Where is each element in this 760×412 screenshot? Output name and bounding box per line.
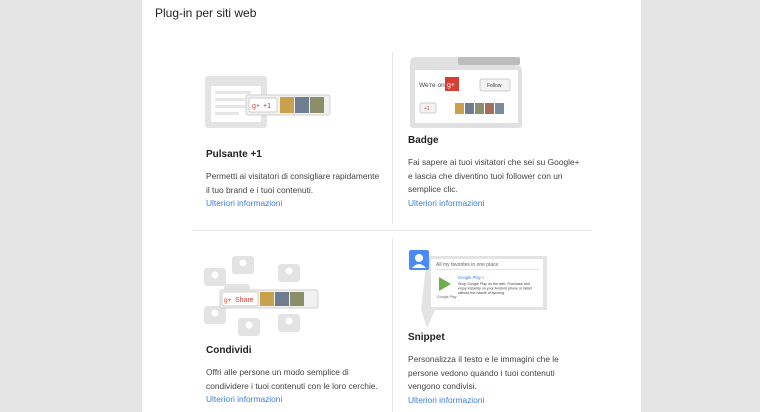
svg-text:Shop Google Play on the web. P: Shop Google Play on the web. Purchase an…	[458, 282, 530, 286]
svg-text:+1: +1	[263, 103, 271, 110]
snippet-illustration: All my favorites in one place Google Pla…	[409, 250, 547, 328]
plugins-panel: Plug-in per siti web g+ +1 We're on g+ F…	[142, 0, 641, 412]
svg-text:Google Play: Google Play	[437, 295, 457, 299]
card-description: Offri alle persone un modo semplice di co…	[206, 367, 378, 391]
learn-more-link[interactable]: Ulteriori informazioni	[206, 197, 386, 211]
gplus-icon: g+	[252, 103, 260, 110]
svg-text:Google Play »: Google Play »	[458, 275, 485, 280]
avatar	[295, 97, 309, 113]
card-description: Fai sapere ai tuoi visitatori che sei su…	[408, 157, 580, 194]
card-title: Pulsante +1	[206, 149, 262, 160]
badge-illustration: We're on g+ Follow +1	[410, 57, 522, 128]
svg-text:enjoy instantly on your Androi: enjoy instantly on your Android phone or…	[458, 287, 532, 291]
column-divider-bottom	[392, 238, 393, 412]
card-description: Permetti ai visitatori di consigliare ra…	[206, 171, 380, 195]
avatar	[310, 97, 324, 113]
card-description: Personalizza il testo e le immagini che …	[408, 354, 559, 391]
card-title: Snippet	[408, 332, 445, 343]
avatar	[280, 97, 294, 113]
svg-text:g+: g+	[447, 82, 455, 89]
card-title: Condividi	[206, 345, 252, 356]
page-title: Plug-in per siti web	[155, 6, 257, 20]
share-card: Condividi Offri alle persone un modo sem…	[206, 345, 386, 407]
badge-card: Badge Fai sapere ai tuoi visitatori che …	[408, 135, 628, 210]
share-illustration: g+ Share	[204, 256, 319, 336]
svg-text:Follow: Follow	[487, 83, 502, 89]
row-divider	[192, 230, 592, 231]
gplus-icon: g+	[224, 297, 232, 304]
snippet-card: Snippet Personalizza il testo e le immag…	[408, 332, 628, 407]
plusone-card: Pulsante +1 Permetti ai visitatori di co…	[206, 149, 386, 211]
learn-more-link[interactable]: Ulteriori informazioni	[206, 393, 386, 407]
card-title: Badge	[408, 135, 439, 146]
plusone-illustration: g+ +1	[205, 76, 331, 128]
learn-more-link[interactable]: Ulteriori informazioni	[408, 197, 628, 211]
svg-text:We're on: We're on	[419, 82, 445, 89]
svg-text:without the hassle of syncing.: without the hassle of syncing.	[458, 291, 505, 295]
svg-text:Share: Share	[235, 297, 254, 304]
column-divider-top	[392, 52, 393, 224]
svg-text:All my favorites in one place: All my favorites in one place	[436, 262, 498, 268]
svg-text:+1: +1	[424, 106, 430, 112]
learn-more-link[interactable]: Ulteriori informazioni	[408, 394, 628, 408]
